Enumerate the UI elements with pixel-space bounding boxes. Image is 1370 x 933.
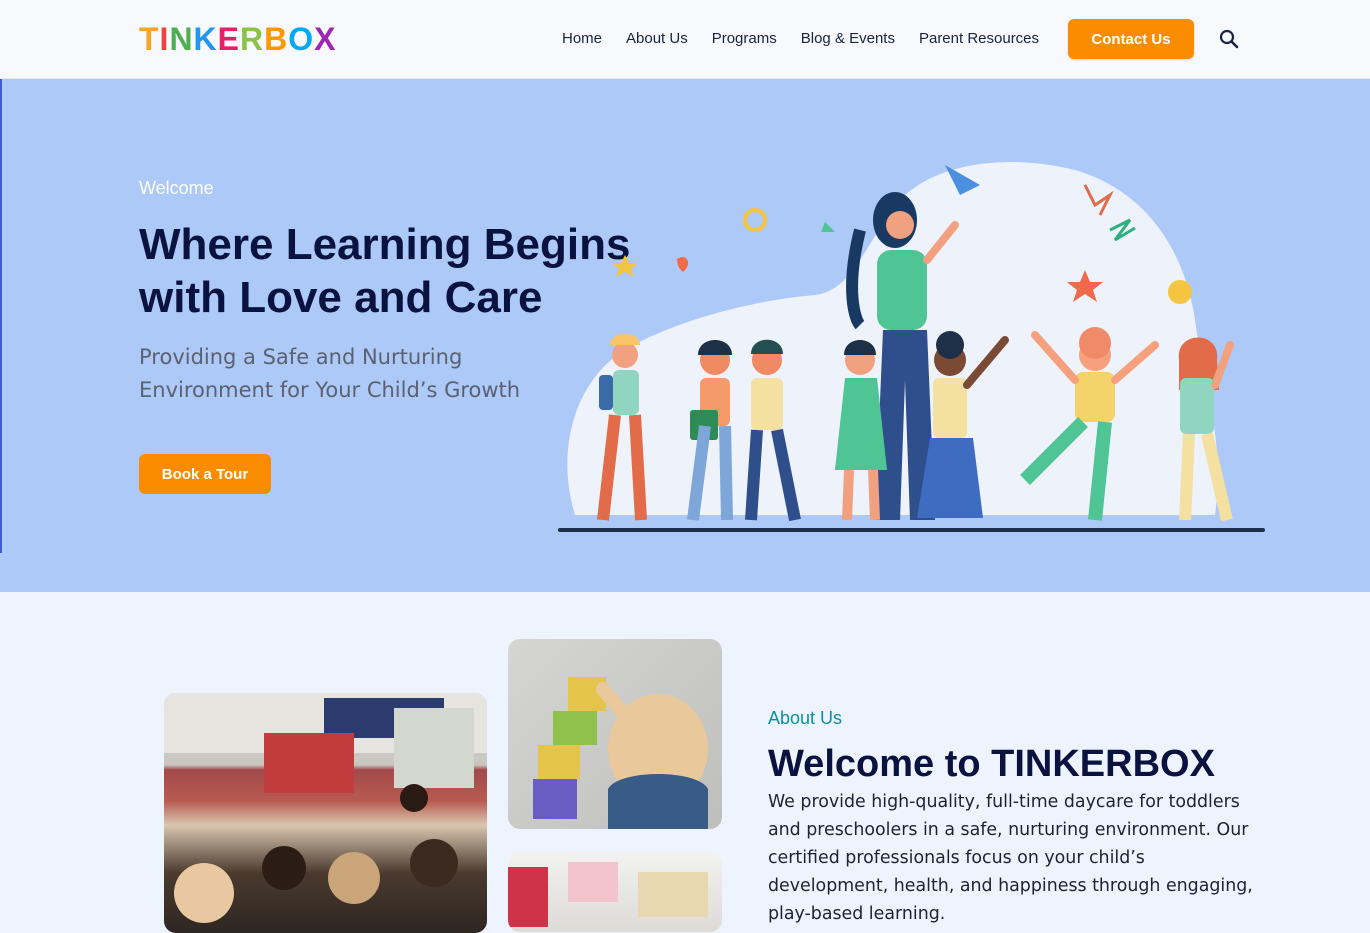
logo-letter: O: [288, 21, 315, 57]
nav-programs[interactable]: Programs: [712, 29, 777, 49]
hero-subtitle: Providing a Safe and Nurturing Environme…: [139, 345, 521, 402]
contact-us-button[interactable]: Contact Us: [1068, 19, 1194, 59]
logo-letter: E: [217, 21, 240, 57]
about-title: Welcome to TINKERBOX: [768, 743, 1215, 785]
nav-home[interactable]: Home: [562, 29, 602, 49]
about-description: We provide high-quality, full-time dayca…: [768, 792, 1253, 924]
toddler-blocks-photo: [508, 639, 722, 829]
teacher-with-children-illustration: [558, 162, 1265, 532]
book-tour-button[interactable]: Book a Tour: [139, 454, 271, 494]
main-nav: Home About Us Programs Blog & Events Par…: [562, 29, 1063, 49]
logo[interactable]: TINKERBOX: [139, 20, 336, 58]
nav-blog-events[interactable]: Blog & Events: [801, 29, 895, 49]
search-icon[interactable]: [1218, 28, 1240, 50]
logo-letter: N: [169, 21, 194, 57]
logo-letter: I: [159, 21, 170, 57]
logo-letter: X: [314, 21, 337, 57]
hero-edge-divider: [0, 79, 2, 553]
about-eyebrow: About Us: [768, 708, 843, 728]
logo-letter: T: [139, 21, 160, 57]
nav-parent-resources[interactable]: Parent Resources: [919, 29, 1039, 49]
logo-letter: K: [193, 21, 218, 57]
hero-eyebrow: Welcome: [139, 178, 214, 198]
logo-letter: B: [264, 21, 289, 57]
site-header: TINKERBOX Home About Us Programs Blog & …: [0, 0, 1370, 79]
nav-about-us[interactable]: About Us: [626, 29, 688, 49]
logo-letter: R: [240, 21, 265, 57]
classroom-photo: [164, 693, 487, 933]
play-kitchen-photo: [508, 852, 722, 932]
